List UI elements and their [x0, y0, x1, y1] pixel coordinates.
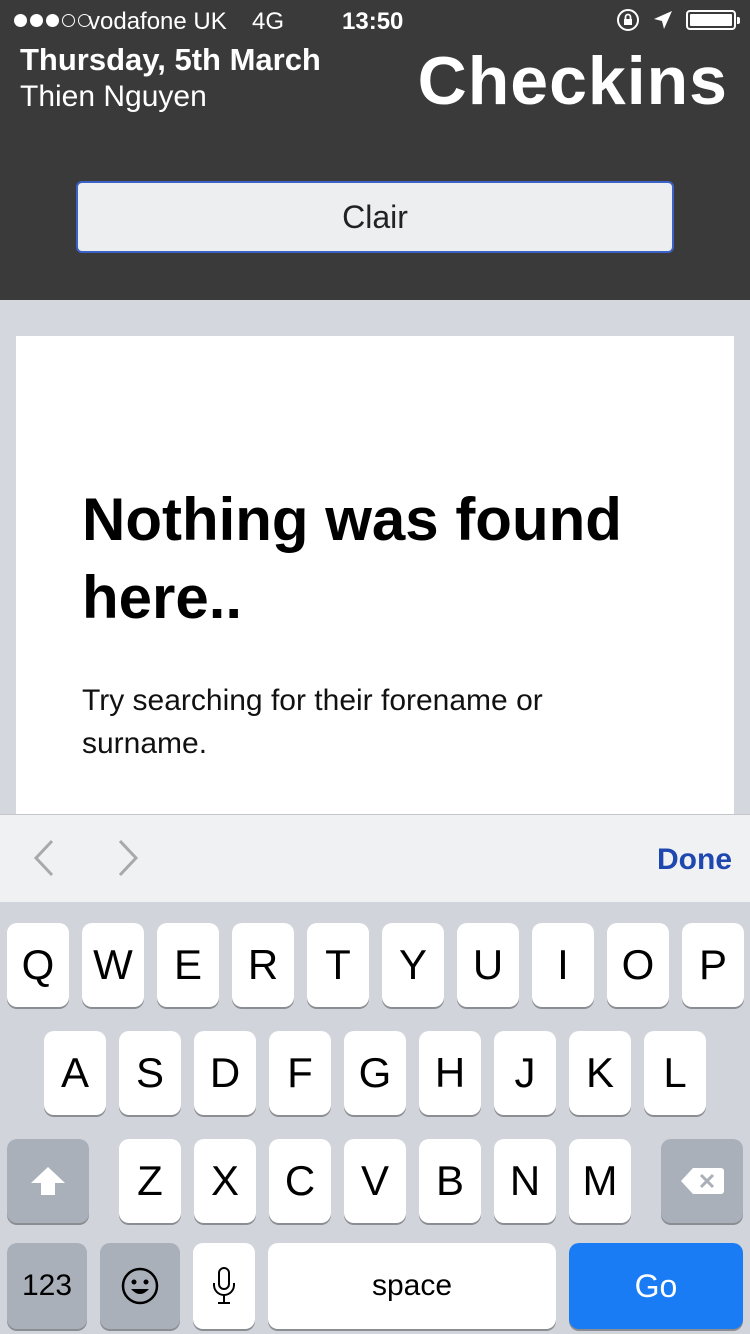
orientation-lock-icon — [617, 9, 639, 31]
done-button[interactable]: Done — [657, 843, 732, 877]
app-header: vodafone UK 4G 13:50 Thursday, 5th March… — [0, 0, 750, 300]
key-k[interactable]: K — [569, 1031, 631, 1115]
key-f[interactable]: F — [269, 1031, 331, 1115]
shift-key[interactable] — [7, 1139, 89, 1223]
key-z[interactable]: Z — [119, 1139, 181, 1223]
status-time: 13:50 — [342, 8, 404, 35]
key-s[interactable]: S — [119, 1031, 181, 1115]
key-p[interactable]: P — [682, 923, 744, 1007]
chevron-left-icon[interactable] — [26, 835, 66, 881]
carrier-name: vodafone UK — [88, 8, 227, 35]
numbers-key[interactable]: 123 — [7, 1243, 87, 1329]
dictation-key[interactable] — [193, 1243, 255, 1329]
key-r[interactable]: R — [232, 923, 294, 1007]
key-b[interactable]: B — [419, 1139, 481, 1223]
status-bar: vodafone UK 4G 13:50 — [0, 4, 750, 38]
key-l[interactable]: L — [644, 1031, 706, 1115]
backspace-key[interactable] — [661, 1139, 743, 1223]
empty-state-message: Try searching for their forename or surn… — [82, 684, 543, 760]
location-arrow-icon — [654, 11, 672, 29]
key-c[interactable]: C — [269, 1139, 331, 1223]
key-e[interactable]: E — [157, 923, 219, 1007]
shift-icon — [31, 1167, 65, 1195]
keyboard: Q W E R T Y U I O P A S D F G H J K L Z … — [0, 902, 750, 1334]
header-user-name: Thien Nguyen — [20, 80, 207, 113]
search-field[interactable] — [76, 181, 674, 253]
key-a[interactable]: A — [44, 1031, 106, 1115]
network-type: 4G — [252, 8, 285, 35]
microphone-icon — [213, 1267, 235, 1304]
key-o[interactable]: O — [607, 923, 669, 1007]
keyboard-accessory-bar: Done — [0, 814, 750, 903]
key-n[interactable]: N — [494, 1139, 556, 1223]
key-u[interactable]: U — [457, 923, 519, 1007]
key-d[interactable]: D — [194, 1031, 256, 1115]
key-y[interactable]: Y — [382, 923, 444, 1007]
space-key[interactable]: space — [268, 1243, 556, 1329]
battery-icon — [686, 10, 740, 30]
key-t[interactable]: T — [307, 923, 369, 1007]
emoji-key[interactable] — [100, 1243, 180, 1329]
results-card: Nothing was found here.. Try searching f… — [16, 336, 734, 836]
emoji-icon — [121, 1267, 159, 1305]
app-title: Checkins — [417, 43, 728, 119]
key-g[interactable]: G — [344, 1031, 406, 1115]
key-v[interactable]: V — [344, 1139, 406, 1223]
empty-state-title: Nothing was found here.. — [82, 486, 622, 631]
key-w[interactable]: W — [82, 923, 144, 1007]
backspace-icon — [681, 1168, 724, 1194]
chevron-right-icon[interactable] — [106, 835, 146, 881]
signal-dots-icon — [14, 14, 91, 27]
key-i[interactable]: I — [532, 923, 594, 1007]
search-input[interactable] — [78, 183, 672, 251]
header-date: Thursday, 5th March — [20, 42, 321, 77]
go-key[interactable]: Go — [569, 1243, 743, 1329]
key-j[interactable]: J — [494, 1031, 556, 1115]
key-m[interactable]: M — [569, 1139, 631, 1223]
key-h[interactable]: H — [419, 1031, 481, 1115]
key-q[interactable]: Q — [7, 923, 69, 1007]
key-x[interactable]: X — [194, 1139, 256, 1223]
